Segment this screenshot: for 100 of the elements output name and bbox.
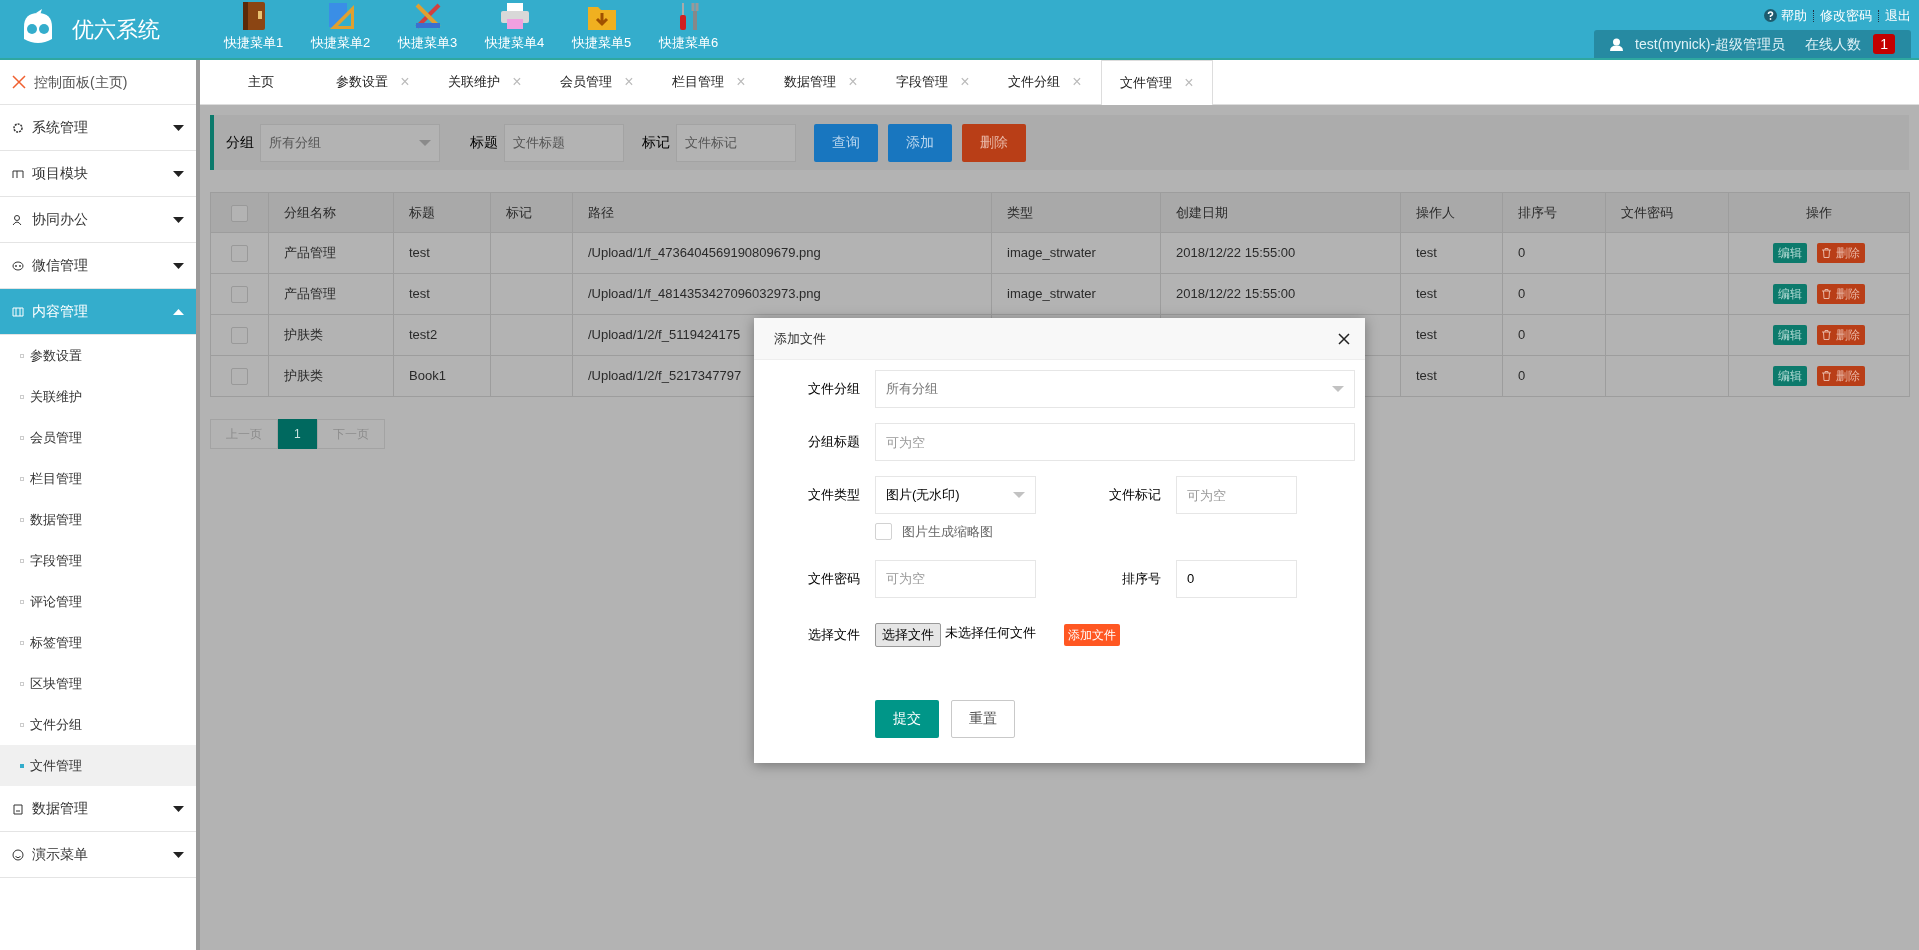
close-icon[interactable]: × (1072, 70, 1082, 94)
reset-button[interactable]: 重置 (951, 699, 1015, 738)
close-icon[interactable]: × (400, 70, 410, 94)
pagination-button[interactable]: 1 (278, 419, 317, 449)
table-cell: 0 (1502, 355, 1606, 397)
group-select[interactable]: 所有分组 (875, 370, 1355, 408)
group-title-input[interactable]: 可为空 (875, 423, 1355, 461)
quick-menu-button[interactable]: 快捷菜单3 (384, 0, 471, 52)
bullet-icon (20, 599, 24, 604)
row-checkbox[interactable] (231, 368, 248, 386)
close-icon[interactable]: × (848, 70, 858, 94)
title-input[interactable]: 文件标题 (504, 123, 624, 162)
page-tab[interactable]: 会员管理 × (541, 60, 653, 104)
column-header: 标题 (393, 192, 491, 233)
sidebar-submenu-item[interactable]: 关联维护 (0, 376, 196, 417)
checkbox-label: 图片生成缩略图 (902, 523, 993, 541)
caret-icon (173, 124, 184, 131)
sidebar-submenu-item[interactable]: 标签管理 (0, 622, 196, 663)
edit-button[interactable]: 编辑 (1773, 325, 1807, 345)
sidebar-home-link[interactable]: 控制面板(主页) (0, 60, 196, 105)
thumbnail-checkbox[interactable] (875, 523, 892, 541)
filter-button[interactable]: 查询 (814, 123, 878, 162)
smiley-icon (12, 848, 24, 861)
quick-menu-button[interactable]: 快捷菜单6 (645, 0, 732, 52)
header-link[interactable]: 退出 (1885, 6, 1911, 26)
file-mark-input[interactable]: 可为空 (1176, 476, 1297, 514)
page-tab[interactable]: 栏目管理 × (653, 60, 765, 104)
header-link[interactable]: 修改密码 (1820, 6, 1872, 26)
close-icon[interactable]: × (624, 70, 634, 94)
row-checkbox[interactable] (231, 286, 248, 304)
mark-input[interactable]: 文件标记 (676, 123, 796, 162)
close-icon[interactable]: × (512, 70, 522, 94)
table-cell: /Upload/1/f_4814353427096032973.png (572, 273, 992, 315)
sidebar-menu-item[interactable]: 系统管理 (0, 105, 196, 151)
sidebar-menu-item[interactable]: 内容管理 (0, 289, 196, 335)
quick-menu-button[interactable]: 快捷菜单2 (297, 0, 384, 52)
choose-file-button[interactable]: 选择文件 (875, 622, 941, 647)
close-icon[interactable]: × (960, 70, 970, 94)
online-count-badge: 1 (1873, 34, 1895, 54)
bullet-icon (20, 681, 24, 686)
sort-input[interactable]: 0 (1176, 559, 1297, 598)
sidebar-submenu-item[interactable]: 参数设置 (0, 335, 196, 376)
sidebar-submenu-item[interactable]: 文件分组 (0, 704, 196, 745)
page-tab[interactable]: 主页 (205, 60, 317, 104)
select-all-checkbox[interactable] (231, 204, 248, 222)
group-select[interactable]: 所有分组 (260, 123, 440, 162)
sidebar-submenu-item[interactable]: 数据管理 (0, 499, 196, 540)
password-input[interactable]: 可为空 (875, 559, 1036, 598)
sidebar-menu-item[interactable]: 数据管理 (0, 786, 196, 832)
page-tab[interactable]: 参数设置 × (317, 60, 429, 104)
row-checkbox[interactable] (231, 245, 248, 263)
page-tab[interactable]: 关联维护 × (429, 60, 541, 104)
help-link[interactable]: 帮助 (1764, 6, 1807, 26)
sidebar-menu-item[interactable]: 演示菜单 (0, 832, 196, 878)
edit-button[interactable]: 编辑 (1773, 243, 1807, 263)
page-tab[interactable]: 数据管理 × (765, 60, 877, 104)
column-header: 类型 (991, 192, 1161, 233)
dropdown-arrow-icon (419, 139, 431, 146)
filter-button[interactable]: 添加 (888, 123, 952, 162)
sidebar-submenu-item[interactable]: 会员管理 (0, 417, 196, 458)
quick-menu-button[interactable]: 快捷菜单1 (210, 0, 297, 52)
quick-menu-button[interactable]: 快捷菜单4 (471, 0, 558, 52)
help-icon (1764, 9, 1777, 23)
bullet-icon (20, 394, 24, 399)
table-cell: test (393, 273, 491, 315)
delete-button[interactable]: 删除 (1817, 325, 1865, 345)
sidebar-submenu-item[interactable]: 评论管理 (0, 581, 196, 622)
close-icon (1338, 332, 1350, 345)
sidebar-submenu-item[interactable]: 文件管理 (0, 745, 196, 786)
people-icon (12, 213, 24, 226)
page-tab[interactable]: 字段管理 × (877, 60, 989, 104)
bullet-icon (20, 517, 24, 522)
column-header: 创建日期 (1160, 192, 1401, 233)
close-icon[interactable]: × (1184, 71, 1194, 95)
edit-button[interactable]: 编辑 (1773, 284, 1807, 304)
table-cell: test (393, 232, 491, 274)
caret-icon (173, 170, 184, 177)
sidebar-menu-item[interactable]: 协同办公 (0, 197, 196, 243)
column-header: 标记 (490, 192, 573, 233)
table-cell: image_strwater (991, 273, 1161, 315)
page-tab[interactable]: 文件管理 × (1101, 60, 1213, 105)
row-checkbox[interactable] (231, 327, 248, 345)
edit-button[interactable]: 编辑 (1773, 366, 1807, 386)
sidebar-submenu-item[interactable]: 区块管理 (0, 663, 196, 704)
close-button[interactable] (1338, 332, 1350, 345)
table-cell: 0 (1502, 232, 1606, 274)
add-file-button[interactable]: 添加文件 (1064, 623, 1120, 646)
sidebar-submenu-item[interactable]: 栏目管理 (0, 458, 196, 499)
filter-button[interactable]: 删除 (962, 123, 1026, 162)
sidebar-menu-item[interactable]: 项目模块 (0, 151, 196, 197)
page-tab[interactable]: 文件分组 × (989, 60, 1101, 104)
submit-button[interactable]: 提交 (875, 699, 939, 738)
table-cell: 产品管理 (268, 273, 394, 315)
delete-button[interactable]: 删除 (1817, 243, 1865, 263)
sidebar-submenu-item[interactable]: 字段管理 (0, 540, 196, 581)
delete-button[interactable]: 删除 (1817, 284, 1865, 304)
delete-button[interactable]: 删除 (1817, 366, 1865, 386)
file-type-select[interactable]: 图片(无水印) (875, 476, 1036, 514)
close-icon[interactable]: × (736, 70, 746, 94)
quick-menu-button[interactable]: 快捷菜单5 (558, 2, 645, 52)
